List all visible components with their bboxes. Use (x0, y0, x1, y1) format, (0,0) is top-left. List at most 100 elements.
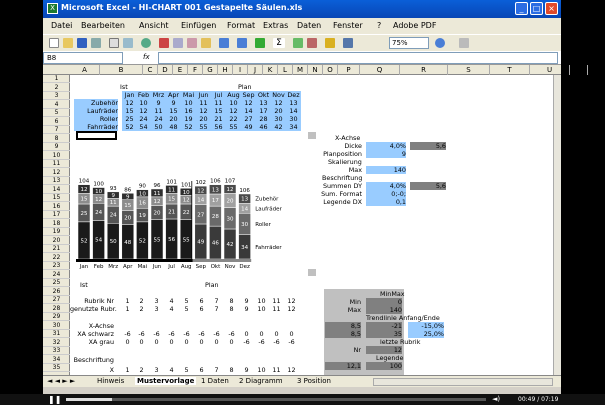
row-header-3[interactable]: 3 (43, 92, 70, 100)
stacked-column-chart[interactable]: 52251512104Jan54241210100Feb502411993Mrz… (70, 161, 310, 279)
planposition-value[interactable]: 9 (366, 150, 406, 158)
undo-icon[interactable] (219, 38, 229, 48)
column-header-r[interactable]: R (400, 65, 448, 75)
row-header-28[interactable]: 28 (43, 305, 70, 313)
table-cell[interactable]: 48 (166, 123, 181, 131)
row-header-15[interactable]: 15 (43, 194, 70, 202)
menu-ansicht[interactable]: Ansicht (139, 21, 169, 30)
row-header-25[interactable]: 25 (43, 279, 70, 287)
table-cell[interactable]: 55 (226, 123, 241, 131)
row-header-16[interactable]: 16 (43, 203, 70, 211)
selected-cell-b8[interactable] (76, 131, 117, 140)
fx-icon[interactable]: fx (143, 53, 150, 61)
column-header-p[interactable]: P (338, 65, 360, 75)
tab-2-diagramm[interactable]: 2 Diagramm (239, 377, 283, 385)
menu-help[interactable]: ? (377, 21, 381, 30)
print-icon[interactable] (109, 38, 119, 48)
column-header-c[interactable]: C (143, 65, 158, 75)
dicke-value[interactable]: 4,0% (366, 142, 406, 150)
table-cell[interactable]: 34 (286, 123, 301, 131)
table-cell[interactable]: 14 (286, 107, 301, 115)
name-box[interactable]: B8 (43, 52, 123, 64)
table-cell[interactable]: 54 (136, 123, 151, 131)
vertical-scrollbar[interactable] (553, 75, 561, 375)
autosum-icon[interactable]: Σ (273, 38, 285, 48)
column-header-f[interactable]: F (188, 65, 203, 75)
menu-datei[interactable]: Datei (51, 21, 72, 30)
more-toolbar-icon[interactable] (459, 38, 469, 48)
open-icon[interactable] (63, 38, 73, 48)
preview-icon[interactable] (123, 38, 133, 48)
pause-icon[interactable]: ❚❚ (48, 395, 61, 404)
table-cell[interactable]: 10 (181, 99, 196, 107)
column-header-a[interactable]: A (70, 65, 100, 75)
table-cell[interactable]: 49 (241, 123, 256, 131)
menu-format[interactable]: Format (227, 21, 255, 30)
table-cell[interactable]: 11 (196, 99, 211, 107)
cut-icon[interactable] (159, 38, 169, 48)
save-icon[interactable] (77, 38, 87, 48)
row-header-17[interactable]: 17 (43, 211, 70, 219)
row-header-4[interactable]: 4 (43, 101, 70, 109)
trend2-c[interactable]: 25,0% (408, 330, 444, 338)
tab-mustervorlage[interactable]: Mustervorlage (135, 377, 197, 385)
drawing-icon[interactable] (343, 38, 353, 48)
help-icon[interactable] (435, 38, 445, 48)
column-header-t[interactable]: T (490, 65, 530, 75)
menu-adobe-pdf[interactable]: Adobe PDF (393, 21, 436, 30)
menu-bearbeiten[interactable]: Bearbeiten (81, 21, 125, 30)
new-icon[interactable] (49, 38, 59, 48)
trend1-c[interactable]: -15,0% (408, 322, 444, 330)
table-cell[interactable]: 12 (241, 99, 256, 107)
row-header-6[interactable]: 6 (43, 118, 70, 126)
column-header-e[interactable]: E (173, 65, 188, 75)
table-cell[interactable]: 11 (151, 107, 166, 115)
close-button[interactable]: × (545, 2, 558, 15)
table-cell[interactable]: 46 (256, 123, 271, 131)
volume-icon[interactable]: ◄) (492, 395, 500, 403)
row-header-32[interactable]: 32 (43, 339, 70, 347)
hyperlink-icon[interactable] (255, 38, 265, 48)
maximize-button[interactable]: □ (530, 2, 543, 15)
table-cell[interactable]: 12 (196, 107, 211, 115)
table-cell[interactable]: 13 (286, 99, 301, 107)
row-header-29[interactable]: 29 (43, 313, 70, 321)
table-cell[interactable]: 52 (122, 123, 137, 131)
table-cell[interactable]: 24 (136, 115, 151, 123)
table-cell[interactable]: 55 (196, 123, 211, 131)
row-header-14[interactable]: 14 (43, 186, 70, 194)
table-cell[interactable]: 50 (151, 123, 166, 131)
horizontal-scrollbar[interactable] (373, 378, 553, 386)
menu-daten[interactable]: Daten (297, 21, 321, 30)
row-header-21[interactable]: 21 (43, 245, 70, 253)
chart-wizard-icon[interactable] (325, 38, 335, 48)
column-header-k[interactable]: K (263, 65, 278, 75)
column-header-q[interactable]: Q (360, 65, 400, 75)
table-cell[interactable]: 12 (271, 99, 286, 107)
table-cell[interactable]: 20 (196, 115, 211, 123)
seek-bar[interactable] (66, 398, 486, 401)
table-cell[interactable]: 56 (211, 123, 226, 131)
menu-extras[interactable]: Extras (263, 21, 288, 30)
table-cell[interactable]: 20 (166, 115, 181, 123)
table-cell[interactable]: 19 (181, 115, 196, 123)
table-cell[interactable]: 22 (226, 115, 241, 123)
table-cell[interactable]: 12 (136, 107, 151, 115)
row-header-26[interactable]: 26 (43, 288, 70, 296)
row-header-35[interactable]: 35 (43, 364, 70, 372)
table-cell[interactable]: 11 (211, 99, 226, 107)
column-header-u[interactable]: U (530, 65, 570, 75)
worksheet-grid[interactable]: Ist Plan Jan Feb Mrz Apr Mai Jun Jul Aug Sep Okt N… (70, 75, 561, 375)
table-cell[interactable]: 12 (122, 99, 137, 107)
table-cell[interactable]: 27 (241, 115, 256, 123)
table-cell[interactable]: 15 (211, 107, 226, 115)
table-cell[interactable]: 16 (181, 107, 196, 115)
zoom-select[interactable]: 75% (389, 37, 429, 49)
column-header-j[interactable]: J (248, 65, 263, 75)
row-header-30[interactable]: 30 (43, 322, 70, 330)
max-value[interactable]: 140 (366, 166, 406, 174)
row-header-1[interactable]: 1 (43, 75, 70, 83)
row-header-33[interactable]: 33 (43, 347, 70, 355)
column-header-g[interactable]: G (203, 65, 218, 75)
table-cell[interactable]: 42 (271, 123, 286, 131)
